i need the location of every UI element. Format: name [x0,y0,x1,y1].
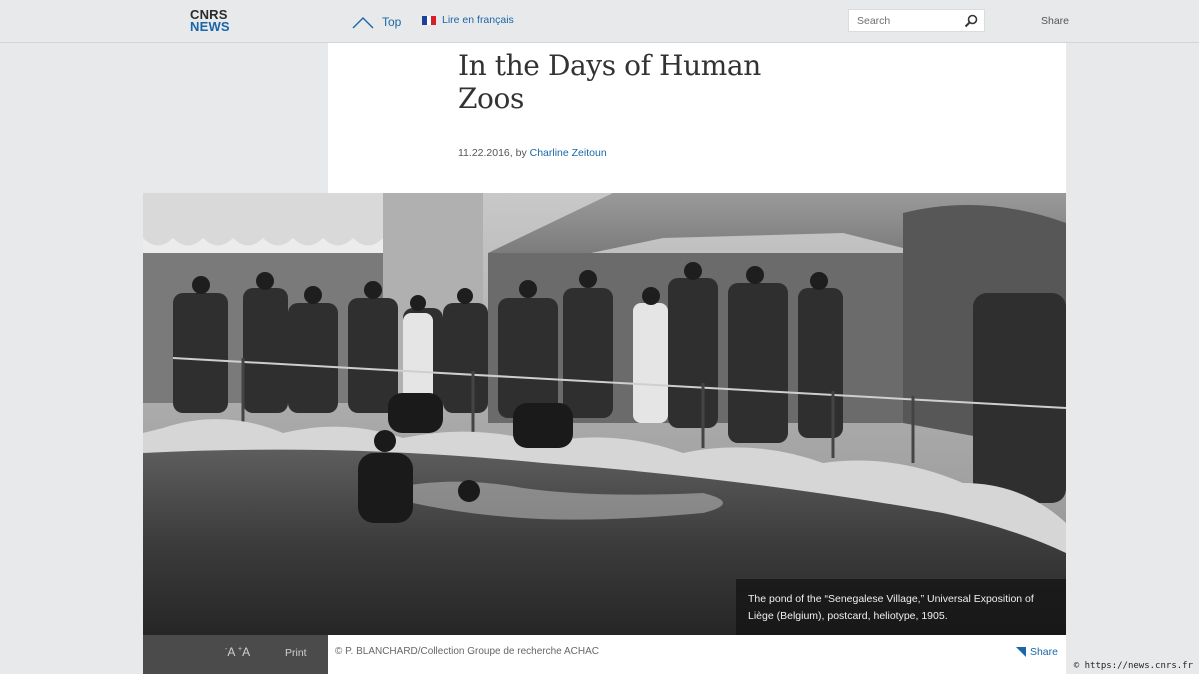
article-title: In the Days of Human Zoos [458,49,761,115]
article-header: In the Days of Human Zoos 11.22.2016, by… [328,43,1066,193]
article-byline: 11.22.2016, by Charline Zeitoun [458,147,607,159]
logo-line-2: NEWS [190,19,230,34]
font-size-controls[interactable]: -A +A [225,645,250,659]
share-photo-link[interactable]: Share [1015,646,1058,658]
author-link[interactable]: Charline Zeitoun [530,147,607,159]
article-date: 11.22.2016 [458,147,510,159]
source-url: © https://news.cnrs.fr [1073,661,1193,671]
search-box[interactable] [848,9,985,32]
article-tools: -A +A Print [143,635,328,674]
font-size-increase[interactable]: A [242,645,250,659]
photo-illustration [143,193,1066,635]
font-size-decrease[interactable]: A [227,645,234,659]
byline-separator: , by [509,147,530,159]
cnrs-news-logo[interactable]: CNRS NEWS [190,8,246,35]
photo-credit: © P. BLANCHARD/Collection Groupe de rech… [335,646,599,657]
top-link-label: Top [382,15,402,29]
chevron-up-icon [352,17,374,29]
french-flag-icon [422,15,437,25]
top-bar: CNRS NEWS Top Lire en français Share [0,0,1199,43]
language-switch[interactable]: Lire en français [422,14,514,26]
print-button[interactable]: Print [285,647,307,659]
share-corner-icon [1015,647,1026,657]
share-photo-label: Share [1029,646,1058,658]
photo-credit-bar: © P. BLANCHARD/Collection Groupe de rech… [328,635,1066,674]
article-photo: The pond of the “Senegalese Village,” Un… [143,193,1066,635]
share-header-link[interactable]: Share [1041,15,1069,27]
language-switch-label: Lire en français [442,14,514,26]
top-link[interactable]: Top [352,12,401,32]
photo-caption: The pond of the “Senegalese Village,” Un… [736,579,1066,635]
search-icon[interactable] [964,14,978,28]
search-input[interactable] [849,14,959,27]
